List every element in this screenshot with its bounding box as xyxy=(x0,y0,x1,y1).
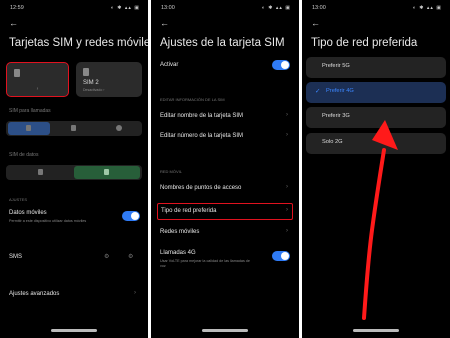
status-icons: ◐ ✱ ▴▴ ▣ xyxy=(110,5,140,11)
status-bar: 12:59 ◐ ✱ ▴▴ ▣ xyxy=(10,5,140,13)
sim2-name: SIM 2 xyxy=(83,80,99,86)
volte-calls-subtitle-cont: voz xyxy=(160,264,166,268)
sim-calls-selector[interactable] xyxy=(6,121,142,136)
sim-data-option-sim2[interactable] xyxy=(74,166,140,179)
mobile-data-title: Datos móviles xyxy=(9,210,47,216)
ajustes-section-label: AJUSTES xyxy=(9,197,28,202)
sim-card-icon xyxy=(14,69,20,77)
mobile-data-toggle[interactable] xyxy=(122,211,140,221)
sim-settings-icon[interactable]: ⚙ xyxy=(128,253,133,260)
sim-card-icon xyxy=(38,169,43,175)
sim-calls-option-sim1[interactable] xyxy=(8,122,50,135)
sim1-card[interactable]: › xyxy=(6,62,69,97)
mobile-data-subtitle: Permitir a este dispositivo utilizar dat… xyxy=(9,219,87,223)
ask-icon xyxy=(116,125,122,131)
preferred-network-type-item[interactable]: Tipo de red preferida xyxy=(161,208,216,214)
back-arrow-icon[interactable]: ← xyxy=(160,19,170,28)
preferred-network-screen: 13:00 ◐ ✱ ▴▴ ▣ ← Tipo de red preferida P… xyxy=(302,0,450,338)
sim-settings-icon[interactable]: ⚙ xyxy=(104,253,109,260)
sim2-card[interactable]: SIM 2 Desactivado › xyxy=(76,62,142,97)
status-time: 12:59 xyxy=(10,5,24,11)
status-icons: ◐ ✱ ▴▴ ▣ xyxy=(261,5,291,11)
sim-card-icon xyxy=(26,125,31,131)
sim-calls-label: SIM para llamadas xyxy=(9,108,51,114)
sms-label[interactable]: SMS xyxy=(9,254,22,260)
sim-card-icon xyxy=(83,68,89,76)
chevron-right-icon: › xyxy=(286,207,288,213)
sim-card-icon xyxy=(71,125,76,131)
sim-calls-option-sim2[interactable] xyxy=(53,122,95,135)
gesture-nav-bar xyxy=(353,329,399,332)
chevron-right-icon: › xyxy=(286,112,288,118)
volte-calls-subtitle: Usar VoLTE para mejorar la calidad de la… xyxy=(160,259,250,263)
chevron-right-icon: › xyxy=(286,184,288,190)
back-arrow-icon[interactable]: ← xyxy=(9,19,19,28)
mobile-networks-item[interactable]: Redes móviles xyxy=(160,229,199,235)
sim-data-option-sim1[interactable] xyxy=(8,166,74,179)
sim-data-label: SIM de datos xyxy=(9,152,39,158)
volte-calls-toggle[interactable] xyxy=(272,251,290,261)
mobile-network-section-label: RED MÓVIL xyxy=(160,169,183,174)
page-title: Ajustes de la tarjeta SIM xyxy=(160,37,285,49)
sim-calls-option-ask[interactable] xyxy=(98,122,140,135)
sim-card-settings-screen: 13:00 ◐ ✱ ▴▴ ▣ ← Ajustes de la tarjeta S… xyxy=(151,0,299,338)
chevron-right-icon: › xyxy=(134,290,136,296)
red-arrow-annotation xyxy=(362,120,398,320)
gesture-nav-bar xyxy=(202,329,248,332)
edit-sim-name-item[interactable]: Editar nombre de la tarjeta SIM xyxy=(160,113,243,119)
sim2-status: Desactivado › xyxy=(83,88,105,92)
advanced-settings-label[interactable]: Ajustes avanzados xyxy=(9,291,59,297)
sim1-chevron-icon: › xyxy=(36,86,39,92)
sim-data-selector[interactable] xyxy=(6,165,142,180)
volte-calls-title: Llamadas 4G xyxy=(160,250,196,256)
chevron-right-icon: › xyxy=(286,228,288,234)
sim-card-icon xyxy=(104,169,109,175)
edit-sim-section-label: EDITAR INFORMACIÓN DE LA SIM xyxy=(160,97,225,102)
activate-toggle[interactable] xyxy=(272,60,290,70)
status-bar: 13:00 ◐ ✱ ▴▴ ▣ xyxy=(161,5,291,13)
status-time: 13:00 xyxy=(161,5,175,11)
sim-networks-screen: 12:59 ◐ ✱ ▴▴ ▣ ← Tarjetas SIM y redes mó… xyxy=(0,0,148,338)
edit-sim-number-item[interactable]: Editar número de la tarjeta SIM xyxy=(160,133,243,139)
gesture-nav-bar xyxy=(51,329,97,332)
activate-label: Activar xyxy=(160,62,179,68)
page-title: Tarjetas SIM y redes móviles xyxy=(9,37,148,49)
apn-item[interactable]: Nombres de puntos de acceso xyxy=(160,185,241,191)
chevron-right-icon: › xyxy=(286,132,288,138)
